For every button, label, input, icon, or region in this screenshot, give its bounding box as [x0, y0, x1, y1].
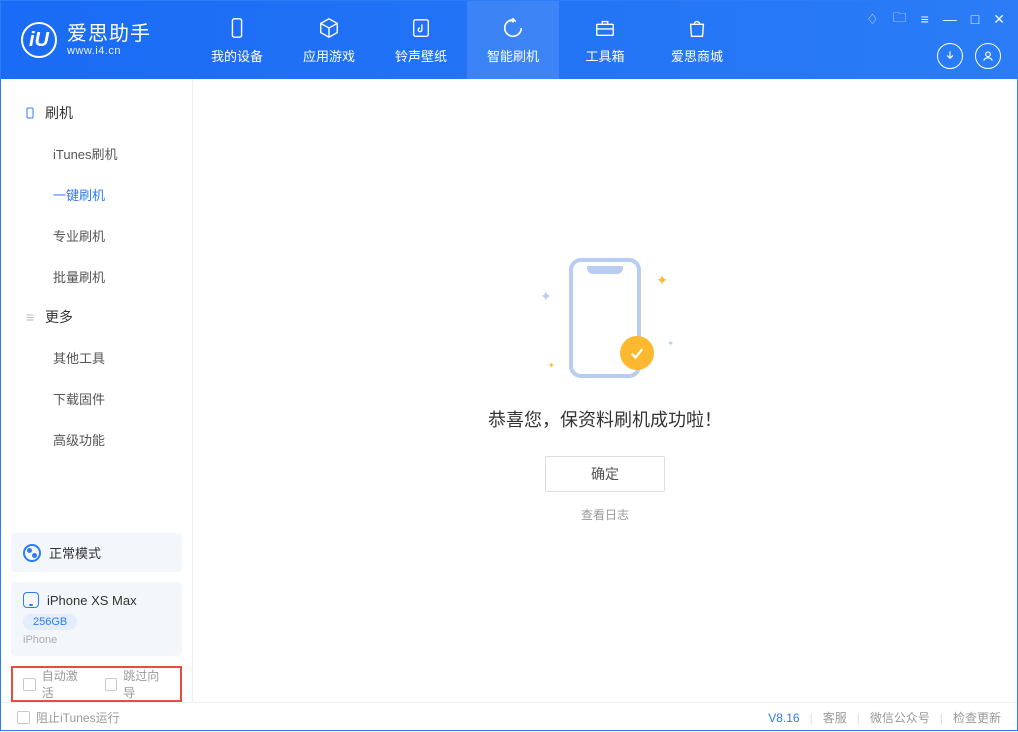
user-button[interactable]	[975, 43, 1001, 69]
footer-support-link[interactable]: 客服	[823, 709, 847, 726]
sidebar-item-other-tools[interactable]: 其他工具	[1, 337, 192, 378]
nav-ringtone-wallpaper[interactable]: 铃声壁纸	[375, 1, 467, 79]
nav-label: 工具箱	[585, 46, 624, 65]
footer-check-update-link[interactable]: 检查更新	[953, 709, 1001, 726]
skip-guide-checkbox[interactable]: 跳过向导	[105, 667, 171, 701]
nav-apps-games[interactable]: 应用游戏	[283, 1, 375, 79]
sparkle-icon: ✦	[548, 361, 555, 370]
main-content: ✦ ✦ ✦ ✦ 恭喜您，保资料刷机成功啦！ 确定 查看日志	[193, 79, 1017, 702]
device-name: iPhone XS Max	[47, 593, 137, 608]
footer-wechat-link[interactable]: 微信公众号	[870, 709, 930, 726]
highlighted-options: 自动激活 跳过向导	[11, 666, 182, 702]
success-message: 恭喜您，保资料刷机成功啦！	[488, 406, 722, 432]
sidebar-item-oneclick-flash[interactable]: 一键刷机	[1, 174, 192, 215]
minimize-button[interactable]: —	[943, 11, 957, 27]
sidebar-item-itunes-flash[interactable]: iTunes刷机	[1, 133, 192, 174]
app-subtitle: www.i4.cn	[67, 45, 151, 57]
nav-tabs: 我的设备 应用游戏 铃声壁纸 智能刷机 工具箱 爱思商城	[191, 1, 743, 79]
music-icon	[409, 16, 433, 40]
list-icon: ≡	[23, 310, 37, 324]
mode-card[interactable]: 正常模式	[11, 533, 182, 572]
sidebar-item-download-firmware[interactable]: 下载固件	[1, 378, 192, 419]
mode-icon	[23, 544, 41, 562]
block-itunes-checkbox[interactable]: 阻止iTunes运行	[17, 709, 120, 726]
nav-store[interactable]: 爱思商城	[651, 1, 743, 79]
lock-icon[interactable]: 🗀	[893, 7, 907, 31]
confirm-button[interactable]: 确定	[545, 456, 665, 492]
nav-label: 爱思商城	[671, 46, 723, 65]
mode-label: 正常模式	[49, 543, 101, 562]
nav-toolbox[interactable]: 工具箱	[559, 1, 651, 79]
nav-my-device[interactable]: 我的设备	[191, 1, 283, 79]
sparkle-icon: ✦	[667, 339, 674, 348]
refresh-icon	[501, 16, 525, 40]
download-button[interactable]	[937, 43, 963, 69]
nav-label: 我的设备	[211, 46, 263, 65]
nav-label: 应用游戏	[303, 46, 355, 65]
app-title: 爱思助手	[67, 23, 151, 45]
device-icon	[225, 16, 249, 40]
check-badge-icon	[620, 336, 654, 370]
sidebar: 刷机 iTunes刷机 一键刷机 专业刷机 批量刷机 ≡ 更多 其他工具 下载固…	[1, 79, 193, 702]
phone-small-icon	[23, 106, 37, 120]
success-illustration: ✦ ✦ ✦ ✦	[530, 258, 680, 388]
menu-icon[interactable]: ≡	[921, 11, 929, 27]
sidebar-group-flash: 刷机	[1, 93, 192, 133]
app-header: iU 爱思助手 www.i4.cn 我的设备 应用游戏 铃声壁纸 智能刷机 工具…	[1, 1, 1017, 79]
close-button[interactable]: ✕	[993, 11, 1005, 28]
sidebar-item-advanced[interactable]: 高级功能	[1, 419, 192, 460]
toolbox-icon	[593, 16, 617, 40]
nav-smart-flash[interactable]: 智能刷机	[467, 1, 559, 79]
logo-icon: iU	[21, 22, 57, 58]
sparkle-icon: ✦	[656, 272, 668, 289]
maximize-button[interactable]: □	[971, 11, 979, 27]
logo-block[interactable]: iU 爱思助手 www.i4.cn	[1, 1, 191, 79]
device-card[interactable]: iPhone XS Max 256GB iPhone	[11, 582, 182, 656]
device-small-icon	[23, 592, 39, 608]
device-type: iPhone	[23, 634, 170, 646]
sidebar-group-more: ≡ 更多	[1, 297, 192, 337]
shirt-icon[interactable]: ♢	[866, 11, 879, 28]
bag-icon	[685, 16, 709, 40]
view-log-link[interactable]: 查看日志	[581, 506, 629, 523]
nav-label: 智能刷机	[487, 46, 539, 65]
status-bar: 阻止iTunes运行 V8.16 | 客服 | 微信公众号 | 检查更新	[1, 702, 1017, 732]
sidebar-item-pro-flash[interactable]: 专业刷机	[1, 215, 192, 256]
auto-activate-checkbox[interactable]: 自动激活	[23, 667, 89, 701]
window-controls: ♢ 🗀 ≡ — □ ✕	[866, 7, 1005, 31]
version-label: V8.16	[768, 711, 799, 725]
cube-icon	[317, 16, 341, 40]
nav-label: 铃声壁纸	[395, 46, 447, 65]
device-storage: 256GB	[23, 614, 77, 630]
sidebar-item-batch-flash[interactable]: 批量刷机	[1, 256, 192, 297]
sparkle-icon: ✦	[540, 288, 552, 305]
